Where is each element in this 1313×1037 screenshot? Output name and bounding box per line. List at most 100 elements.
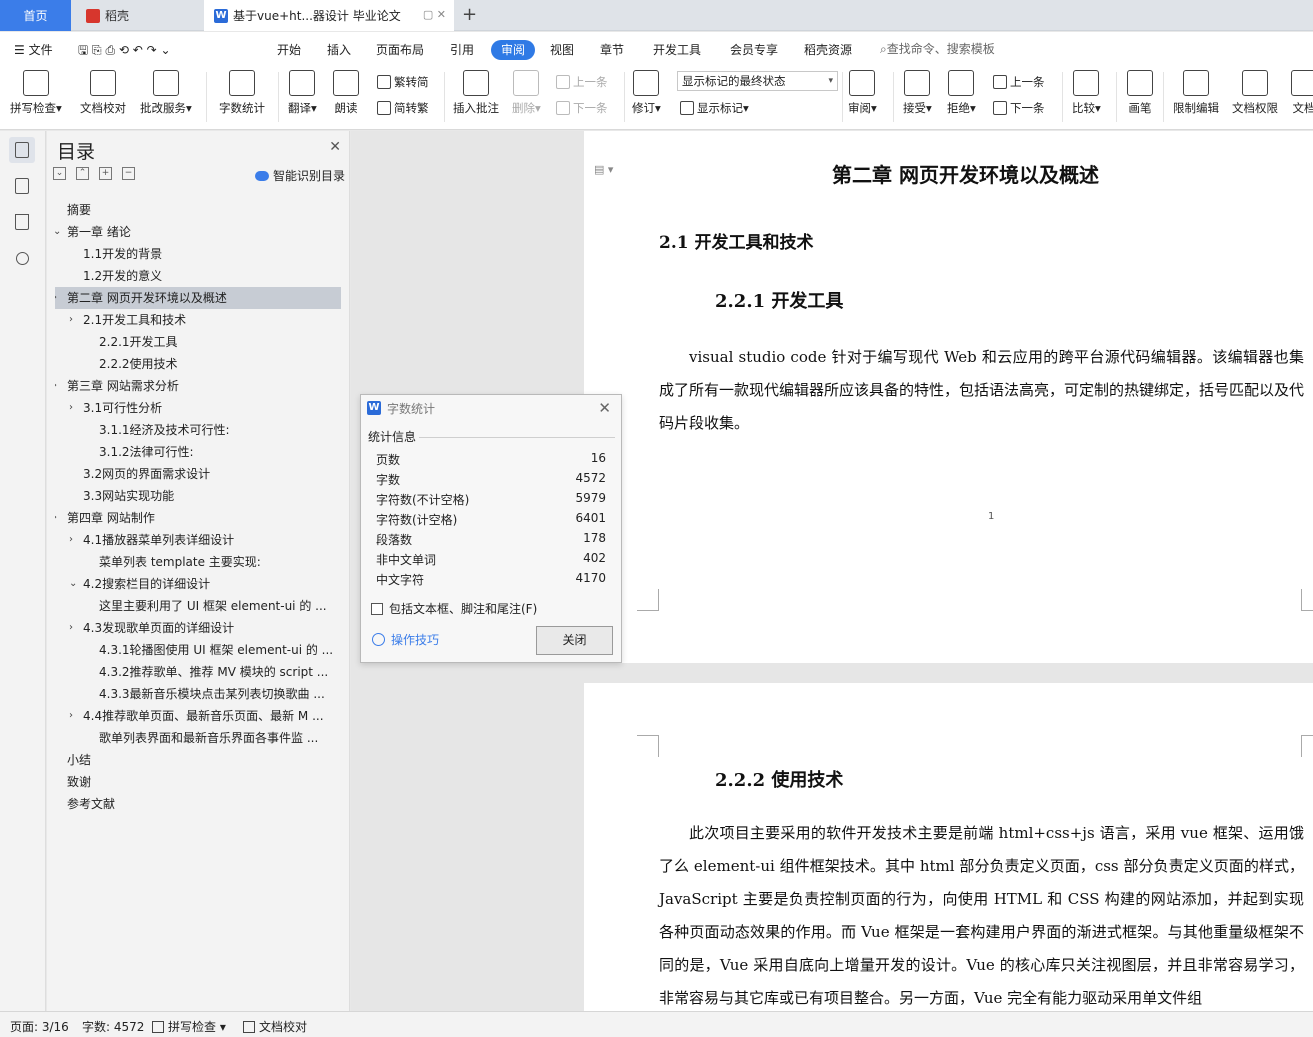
to-traditional-button[interactable]: 繁转简: [377, 74, 429, 90]
toc-item[interactable]: 参考文献: [55, 793, 341, 815]
tab-document[interactable]: W 基于vue+ht...器设计 毕业论文 ▢ ✕: [204, 0, 454, 31]
prev-change-button[interactable]: 上一条: [993, 74, 1045, 90]
menu-reference[interactable]: 引用: [450, 40, 474, 60]
to-simplified-button[interactable]: 简转繁: [377, 100, 429, 116]
menu-page-layout[interactable]: 页面布局: [376, 40, 424, 60]
chevron-right-icon[interactable]: ›: [69, 705, 73, 727]
prev-comment-button[interactable]: 上一条: [556, 74, 608, 90]
word-count-button[interactable]: 字数统计: [219, 70, 265, 116]
toc-item[interactable]: › 4.1播放器菜单列表详细设计: [55, 529, 341, 551]
toc-item[interactable]: 3.1.1经济及技术可行性:: [55, 419, 341, 441]
toc-item[interactable]: › 4.4推荐歌单页面、最新音乐页面、最新 M ...: [55, 705, 341, 727]
reject-button[interactable]: 拒绝▾: [947, 70, 976, 116]
toc-item[interactable]: › 第三章 网站需求分析: [55, 375, 341, 397]
translate-button[interactable]: 翻译▾: [288, 70, 317, 116]
chevron-right-icon[interactable]: ›: [69, 617, 73, 639]
read-aloud-button[interactable]: 朗读: [333, 70, 359, 116]
close-button[interactable]: 关闭: [536, 626, 613, 655]
chevron-right-icon[interactable]: ›: [69, 309, 73, 331]
menu-insert[interactable]: 插入: [327, 40, 351, 60]
menu-review[interactable]: 审阅: [491, 40, 536, 60]
menu-chapter[interactable]: 章节: [600, 40, 624, 60]
toc-item[interactable]: 歌单列表界面和最新音乐界面各事件监 ...: [55, 727, 341, 749]
toc-item[interactable]: › 2.1开发工具和技术: [55, 309, 341, 331]
menu-member[interactable]: 会员专享: [730, 40, 778, 60]
restrict-edit-button[interactable]: 限制编辑: [1173, 70, 1219, 116]
pen-button[interactable]: 画笔: [1127, 70, 1153, 116]
page-options-icon[interactable]: ▤ ▾: [594, 163, 613, 176]
toc-item[interactable]: 2.2.1开发工具: [55, 331, 341, 353]
toc-item[interactable]: 这里主要利用了 UI 框架 element-ui 的 ...: [55, 595, 341, 617]
toc-item[interactable]: 4.3.3最新音乐模块点击某列表切换歌曲 ...: [55, 683, 341, 705]
doc-proof-toggle[interactable]: 文档校对: [243, 1018, 307, 1035]
toc-item[interactable]: ⌄ 4.2搜索栏目的详细设计: [55, 573, 341, 595]
next-comment-button[interactable]: 下一条: [556, 100, 608, 116]
chevron-right-icon[interactable]: ›: [69, 397, 73, 419]
smart-toc-button[interactable]: 智能识别目录: [254, 167, 345, 184]
menu-dev-tools[interactable]: 开发工具: [653, 40, 701, 60]
close-icon[interactable]: ✕: [329, 139, 341, 155]
markup-state-select[interactable]: 显示标记的最终状态 ▾: [677, 71, 838, 91]
tips-link[interactable]: 操作技巧: [372, 631, 439, 648]
compare-button[interactable]: 比较▾: [1072, 70, 1101, 116]
menu-daoke-resources[interactable]: 稻壳资源: [804, 40, 852, 60]
page-indicator[interactable]: 页面: 3/16: [10, 1018, 69, 1035]
doc-more-button[interactable]: 文档: [1291, 70, 1313, 116]
chevron-down-icon[interactable]: ⌄: [55, 221, 61, 243]
insert-comment-button[interactable]: 插入批注: [453, 70, 499, 116]
bookmark-panel-button[interactable]: [9, 209, 35, 235]
toc-item[interactable]: 摘要: [55, 199, 341, 221]
toc-item[interactable]: ⌄ 第一章 绪论: [55, 221, 341, 243]
expand-level-icon[interactable]: ⌄: [53, 167, 66, 180]
tab-daoke[interactable]: 稻壳: [74, 0, 202, 31]
toc-item[interactable]: 4.3.1轮播图使用 UI 框架 element-ui 的 ...: [55, 639, 341, 661]
toc-item[interactable]: › 4.3发现歌单页面的详细设计: [55, 617, 341, 639]
accept-button[interactable]: 接受▾: [903, 70, 932, 116]
command-search[interactable]: ⌕查找命令、搜索模板: [880, 40, 995, 57]
batch-service-button[interactable]: 批改服务▾: [140, 70, 192, 116]
nav-panel-button[interactable]: [9, 173, 35, 199]
chevron-right-icon[interactable]: ›: [55, 375, 57, 397]
menu-file[interactable]: ☰ 文件: [14, 40, 53, 60]
toc-item[interactable]: 4.3.2推荐歌单、推荐 MV 模块的 script ...: [55, 661, 341, 683]
toc-item[interactable]: 致谢: [55, 771, 341, 793]
next-change-button[interactable]: 下一条: [993, 100, 1045, 116]
include-textbox-checkbox[interactable]: 包括文本框、脚注和尾注(F): [371, 600, 537, 617]
toc-item[interactable]: 2.2.2使用技术: [55, 353, 341, 375]
doc-proof-button[interactable]: 文档校对: [80, 70, 126, 116]
doc-permission-button[interactable]: 文档权限: [1232, 70, 1278, 116]
chevron-right-icon[interactable]: ›: [55, 507, 57, 529]
chevron-right-icon[interactable]: ›: [55, 287, 57, 309]
review-pane-button[interactable]: 审阅▾: [848, 70, 877, 116]
tab-close-icon[interactable]: ▢ ✕: [423, 8, 446, 21]
menu-view[interactable]: 视图: [550, 40, 574, 60]
toc-item[interactable]: 3.2网页的界面需求设计: [55, 463, 341, 485]
revise-button[interactable]: 修订▾: [632, 70, 661, 116]
toc-item[interactable]: 菜单列表 template 主要实现:: [55, 551, 341, 573]
expand-all-icon[interactable]: +: [99, 167, 112, 180]
tab-home[interactable]: 首页: [0, 0, 71, 31]
spellcheck-button[interactable]: 拼写检查▾: [10, 70, 62, 116]
collapse-level-icon[interactable]: ⌃: [76, 167, 89, 180]
menu-start[interactable]: 开始: [277, 40, 301, 60]
toc-item[interactable]: › 第二章 网页开发环境以及概述: [55, 287, 341, 309]
toc-item[interactable]: 小结: [55, 749, 341, 771]
toc-item[interactable]: › 3.1可行性分析: [55, 397, 341, 419]
word-count-indicator[interactable]: 字数: 4572: [82, 1018, 144, 1035]
chevron-down-icon[interactable]: ⌄: [69, 573, 77, 595]
toc-item[interactable]: › 第四章 网站制作: [55, 507, 341, 529]
chevron-right-icon[interactable]: ›: [69, 529, 73, 551]
show-markup-button[interactable]: 显示标记 ▾: [680, 100, 749, 116]
toc-item[interactable]: 1.2开发的意义: [55, 265, 341, 287]
toc-item[interactable]: 3.3网站实现功能: [55, 485, 341, 507]
new-tab-icon[interactable]: +: [462, 4, 477, 25]
find-panel-button[interactable]: [9, 245, 35, 271]
toc-item[interactable]: 3.1.2法律可行性:: [55, 441, 341, 463]
delete-comment-button[interactable]: 删除▾: [512, 70, 541, 116]
dialog-titlebar[interactable]: W 字数统计: [361, 395, 621, 421]
quick-access-icons[interactable]: 🖫 ⎘ ⎙ ⟲ ↶ ↷ ⌄: [78, 40, 171, 60]
collapse-all-icon[interactable]: −: [122, 167, 135, 180]
toc-panel-button[interactable]: [9, 137, 35, 163]
spellcheck-toggle[interactable]: 拼写检查 ▾: [152, 1018, 226, 1035]
close-icon[interactable]: ✕: [598, 399, 611, 417]
